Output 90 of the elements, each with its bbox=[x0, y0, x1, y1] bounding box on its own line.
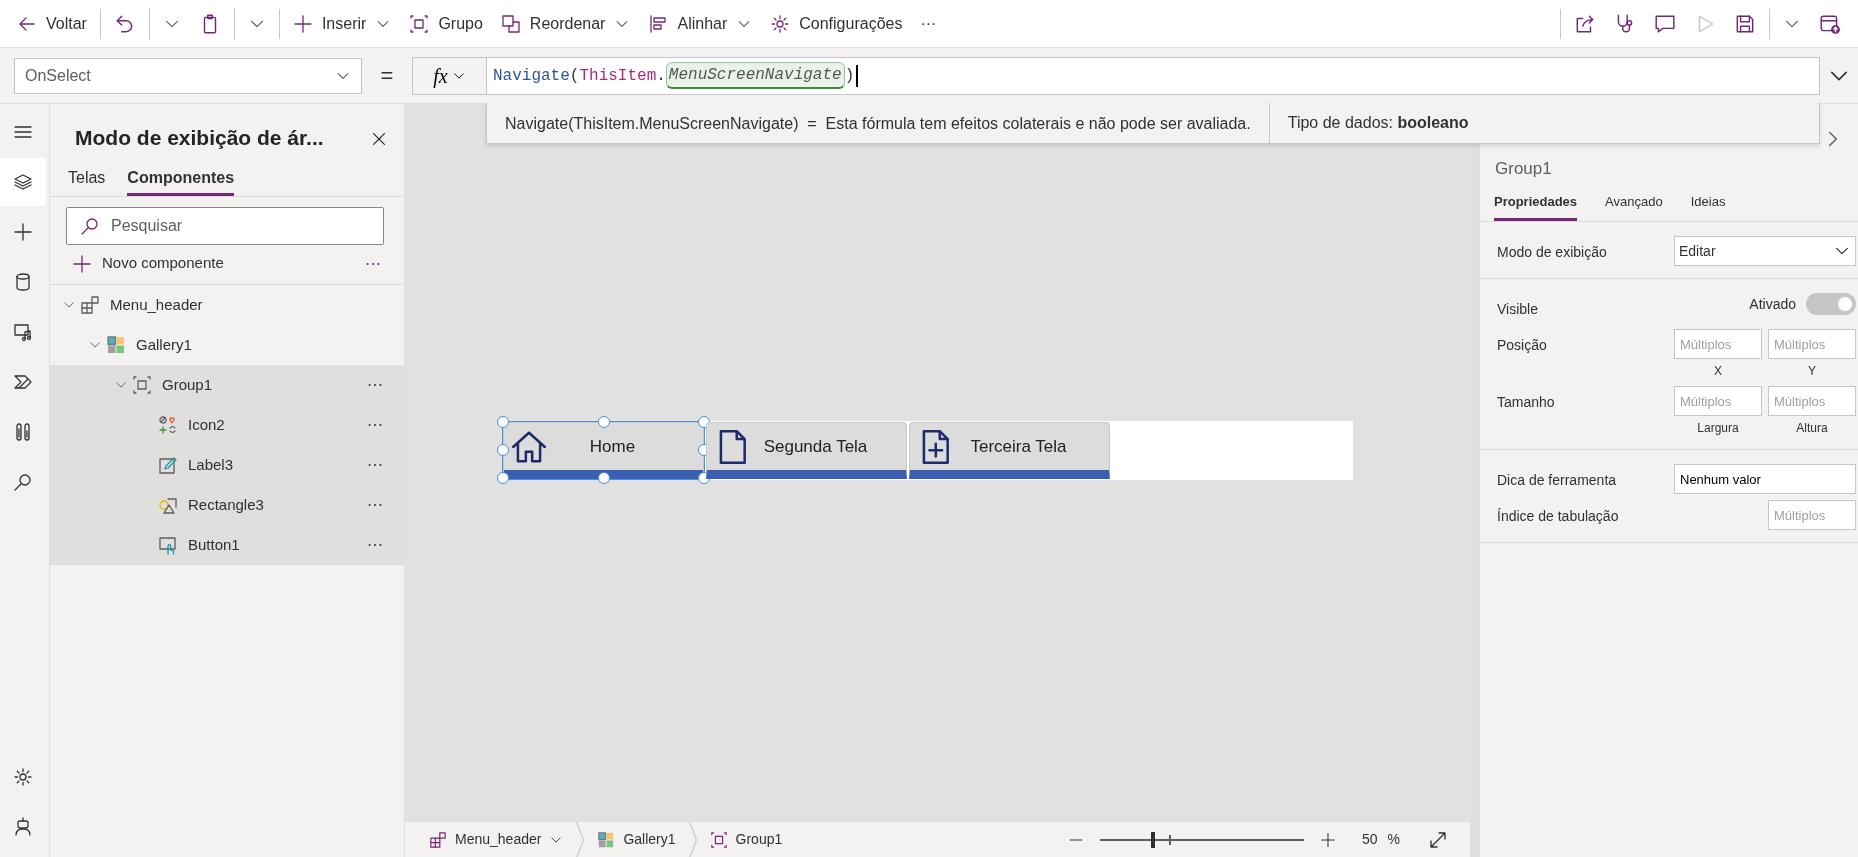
property-value: OnSelect bbox=[25, 65, 91, 86]
property-label: Índice de tabulação bbox=[1497, 507, 1620, 526]
property-label: Tamanho bbox=[1497, 393, 1556, 412]
back-button[interactable]: Voltar bbox=[8, 3, 96, 44]
group-icon bbox=[709, 830, 728, 849]
search-field[interactable]: Pesquisar bbox=[66, 207, 384, 245]
button-icon bbox=[158, 535, 178, 555]
property-label: Modo de exibição bbox=[1497, 243, 1608, 262]
tree-item[interactable]: Button1 bbox=[50, 525, 404, 565]
reorder-icon bbox=[500, 13, 521, 34]
automate-icon bbox=[13, 372, 33, 392]
property-label: Visible bbox=[1497, 300, 1539, 319]
selection-handle[interactable] bbox=[598, 416, 610, 428]
tab[interactable]: Ideias bbox=[1690, 191, 1726, 221]
field-caption: X bbox=[1714, 363, 1722, 380]
input-field[interactable]: Múltiplos bbox=[1768, 500, 1856, 530]
input-field[interactable]: Múltiplos bbox=[1768, 386, 1856, 416]
formula-result-text: Navigate(ThisItem.MenuScreenNavigate) = Esta fórmula tem efeitos colaterais e não pode ser avaliada. bbox=[487, 102, 1270, 144]
property-dropdown[interactable]: OnSelect bbox=[14, 57, 362, 94]
plus-icon bbox=[292, 13, 313, 34]
tools-icon bbox=[13, 422, 33, 442]
tree-item[interactable]: Rectangle3 bbox=[50, 485, 404, 525]
gallery-icon bbox=[106, 335, 126, 355]
tab[interactable]: Propriedades bbox=[1494, 191, 1578, 221]
fit-screen-icon[interactable] bbox=[1428, 829, 1448, 850]
dropdown[interactable]: Editar bbox=[1674, 236, 1856, 266]
tab[interactable]: Telas bbox=[68, 166, 106, 196]
icon-icon bbox=[158, 415, 178, 435]
tab[interactable]: Componentes bbox=[127, 166, 235, 196]
equals-sign: = bbox=[379, 62, 395, 90]
gallery-icon bbox=[597, 830, 616, 849]
field-caption: Altura bbox=[1796, 420, 1828, 437]
breadcrumb[interactable]: Group1 bbox=[699, 829, 793, 850]
menu-button[interactable]: Home bbox=[503, 422, 704, 479]
data-type-text: Tipo de dados: booleano bbox=[1286, 113, 1469, 133]
zoom-value: 50 bbox=[1361, 830, 1378, 849]
reorder-button[interactable]: Reordenar bbox=[491, 3, 640, 44]
component-icon bbox=[80, 295, 100, 315]
group-button[interactable]: Grupo bbox=[400, 3, 492, 44]
slider-thumb[interactable] bbox=[1150, 831, 1155, 848]
fx-button[interactable]: fx bbox=[412, 56, 486, 95]
selection-handle[interactable] bbox=[497, 472, 509, 484]
field-caption: Largura bbox=[1697, 420, 1739, 437]
panel-title: Modo de exibição de ár... bbox=[75, 125, 324, 152]
breadcrumb[interactable]: Gallery1 bbox=[587, 829, 686, 850]
media-icon bbox=[13, 322, 33, 342]
layers-icon bbox=[13, 172, 33, 192]
input-field[interactable]: Múltiplos bbox=[1768, 329, 1856, 359]
insert-icon bbox=[13, 222, 33, 242]
property-label: Dica de ferramenta bbox=[1497, 471, 1618, 490]
align-icon bbox=[648, 13, 669, 34]
group-icon bbox=[409, 13, 430, 34]
control-name: Group1 bbox=[1494, 158, 1553, 180]
agent-icon bbox=[13, 817, 33, 837]
settings-icon bbox=[770, 13, 791, 34]
toggle-state-text: Ativado bbox=[1749, 294, 1796, 314]
tree-item[interactable]: Gallery1 bbox=[50, 325, 404, 365]
tab[interactable]: Avançado bbox=[1605, 191, 1663, 221]
tree-item[interactable]: Label3 bbox=[50, 445, 404, 485]
property-label: Posição bbox=[1497, 336, 1548, 355]
menu-button[interactable]: Segunda Tela bbox=[706, 422, 907, 479]
settings-button[interactable]: Configurações bbox=[761, 3, 912, 44]
settings-icon bbox=[13, 767, 33, 787]
more-button[interactable]: ··· bbox=[911, 3, 946, 44]
tree-item[interactable]: Group1 bbox=[50, 365, 404, 405]
input-field[interactable]: Múltiplos bbox=[1674, 386, 1762, 416]
zoom-unit: % bbox=[1387, 830, 1400, 849]
database-icon bbox=[13, 272, 33, 292]
tree-item[interactable]: Icon2 bbox=[50, 405, 404, 445]
text-cursor bbox=[856, 64, 859, 87]
search-icon bbox=[13, 472, 33, 492]
plus-button[interactable]: Inserir bbox=[283, 3, 401, 44]
align-button[interactable]: Alinhar bbox=[639, 3, 762, 44]
selection-handle[interactable] bbox=[497, 444, 509, 456]
new-component-button[interactable]: Novo componente bbox=[72, 252, 224, 275]
zoom-in-icon[interactable] bbox=[1319, 831, 1336, 848]
shape-icon bbox=[158, 495, 178, 515]
group-icon bbox=[132, 375, 152, 395]
input-field[interactable]: Múltiplos bbox=[1674, 329, 1762, 359]
field-caption: Y bbox=[1808, 363, 1816, 380]
menu-button[interactable]: Terceira Tela bbox=[909, 422, 1110, 479]
layers-button[interactable] bbox=[0, 158, 46, 206]
input-field[interactable]: Nenhum valor bbox=[1674, 464, 1856, 494]
selection-handle[interactable] bbox=[497, 416, 509, 428]
component-icon bbox=[429, 830, 447, 849]
label-icon bbox=[158, 455, 178, 475]
plus-icon bbox=[72, 253, 92, 274]
breadcrumb[interactable]: Menu_header bbox=[419, 829, 574, 850]
tree-item[interactable]: Menu_header bbox=[50, 285, 404, 325]
formula-field[interactable]: Navigate(ThisItem. MenuScreenNavigate ) bbox=[486, 56, 1820, 95]
